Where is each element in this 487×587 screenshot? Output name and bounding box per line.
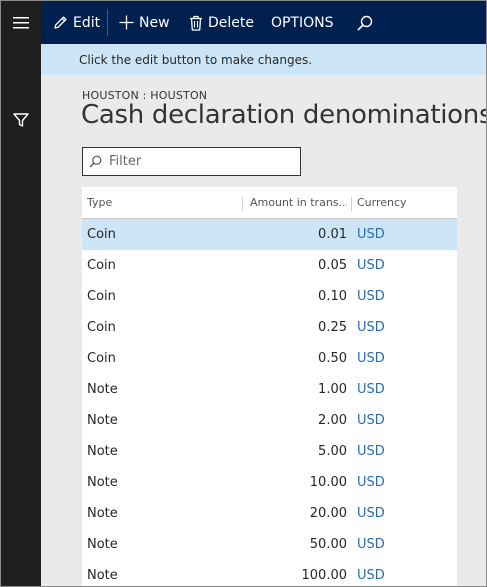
- type-cell: Note: [87, 382, 118, 397]
- filter-pane-button[interactable]: [1, 100, 41, 140]
- currency-link[interactable]: USD: [357, 560, 385, 586]
- pencil-icon: [54, 16, 67, 29]
- table-row[interactable]: Note 5.00 USD: [82, 436, 457, 467]
- currency-link[interactable]: USD: [357, 250, 385, 281]
- plus-icon: [119, 15, 134, 30]
- new-button[interactable]: New: [119, 1, 170, 44]
- filter-box: [82, 147, 301, 176]
- options-button[interactable]: OPTIONS: [271, 1, 334, 44]
- type-cell: Coin: [87, 227, 116, 242]
- funnel-icon: [13, 113, 29, 127]
- amount-cell: 0.10: [318, 289, 347, 304]
- amount-cell: 100.00: [301, 568, 348, 583]
- amount-cell: 0.50: [318, 351, 347, 366]
- table-row[interactable]: Coin 0.01 USD: [82, 219, 457, 250]
- currency-link[interactable]: USD: [357, 498, 385, 529]
- menu-button[interactable]: [1, 3, 41, 43]
- table-row[interactable]: Coin 0.05 USD: [82, 250, 457, 281]
- page-content: HOUSTON : HOUSTON Cash declaration denom…: [41, 75, 486, 586]
- table-row[interactable]: Note 100.00 USD: [82, 560, 457, 586]
- amount-cell: 5.00: [318, 444, 347, 459]
- currency-link[interactable]: USD: [357, 219, 385, 250]
- new-label: New: [139, 14, 170, 31]
- amount-cell: 1.00: [318, 382, 347, 397]
- currency-link[interactable]: USD: [357, 529, 385, 560]
- amount-cell: 50.00: [309, 537, 347, 552]
- type-cell: Coin: [87, 351, 116, 366]
- table-row[interactable]: Coin 0.10 USD: [82, 281, 457, 312]
- page-title: Cash declaration denominations: [81, 100, 487, 130]
- type-cell: Coin: [87, 320, 116, 335]
- delete-label: Delete: [208, 14, 254, 31]
- options-label: OPTIONS: [271, 14, 334, 31]
- currency-link[interactable]: USD: [357, 281, 385, 312]
- delete-button[interactable]: Delete: [189, 1, 254, 44]
- column-header-amount[interactable]: Amount in trans...: [250, 187, 347, 218]
- column-divider: [242, 197, 243, 211]
- navigation-pane: [1, 1, 41, 586]
- table-row[interactable]: Note 1.00 USD: [82, 374, 457, 405]
- table-row[interactable]: Note 20.00 USD: [82, 498, 457, 529]
- currency-link[interactable]: USD: [357, 405, 385, 436]
- amount-cell: 0.25: [318, 320, 347, 335]
- type-cell: Note: [87, 444, 118, 459]
- type-cell: Coin: [87, 289, 116, 304]
- search-button[interactable]: [357, 1, 378, 44]
- type-cell: Note: [87, 475, 118, 490]
- app-window: Edit New Delete OPTIONS Click the edit b…: [0, 0, 487, 587]
- type-cell: Note: [87, 537, 118, 552]
- filter-input[interactable]: [107, 153, 291, 170]
- info-message-bar: Click the edit button to make changes.: [41, 44, 486, 75]
- table-row[interactable]: Note 2.00 USD: [82, 405, 457, 436]
- edit-button[interactable]: Edit: [53, 1, 100, 44]
- amount-cell: 0.05: [318, 258, 347, 273]
- amount-cell: 2.00: [318, 413, 347, 428]
- edit-label: Edit: [73, 14, 101, 31]
- action-separator: [107, 9, 108, 36]
- currency-link[interactable]: USD: [357, 467, 385, 498]
- action-bar: Edit New Delete OPTIONS: [41, 1, 486, 44]
- table-row[interactable]: Coin 0.25 USD: [82, 312, 457, 343]
- search-icon: [89, 155, 102, 168]
- search-icon: [357, 15, 373, 31]
- currency-link[interactable]: USD: [357, 312, 385, 343]
- info-message: Click the edit button to make changes.: [79, 52, 313, 67]
- type-cell: Note: [87, 568, 118, 583]
- table-row[interactable]: Note 10.00 USD: [82, 467, 457, 498]
- column-header-currency[interactable]: Currency: [357, 187, 407, 218]
- grid-header: Type Amount in trans... Currency: [82, 187, 457, 219]
- currency-link[interactable]: USD: [357, 374, 385, 405]
- hamburger-icon: [13, 17, 29, 29]
- denominations-grid: Type Amount in trans... Currency Coin 0.0…: [82, 187, 457, 586]
- currency-link[interactable]: USD: [357, 436, 385, 467]
- type-cell: Note: [87, 506, 118, 521]
- amount-cell: 10.00: [309, 475, 347, 490]
- amount-cell: 20.00: [309, 506, 347, 521]
- column-divider: [351, 197, 352, 211]
- trash-icon: [190, 15, 202, 31]
- type-cell: Note: [87, 413, 118, 428]
- column-header-type[interactable]: Type: [87, 187, 112, 218]
- table-row[interactable]: Note 50.00 USD: [82, 529, 457, 560]
- currency-link[interactable]: USD: [357, 343, 385, 374]
- amount-cell: 0.01: [318, 227, 347, 242]
- table-row[interactable]: Coin 0.50 USD: [82, 343, 457, 374]
- type-cell: Coin: [87, 258, 116, 273]
